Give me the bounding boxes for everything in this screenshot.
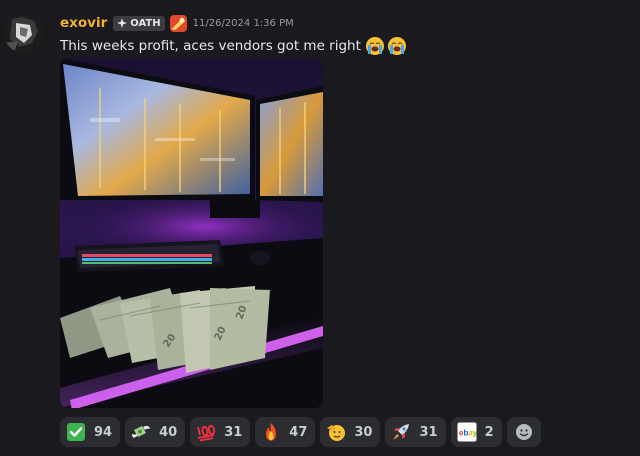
reaction-count: 30 [354,424,373,440]
reactions-bar: 94 40 31 47 30 31 ebay 2 [60,417,546,447]
loudly-crying-face-icon[interactable] [365,36,385,56]
server-tag-label: OATH [130,17,161,29]
reaction-hundred-points[interactable]: 31 [190,417,251,447]
money-with-wings-icon [131,422,151,442]
message-text: This weeks profit, aces vendors got me r… [60,38,361,54]
reaction-count: 94 [94,424,113,440]
message-header: exovir OATH 11/26/2024 1:36 PM [60,14,294,32]
reaction-check-mark[interactable]: 94 [60,417,121,447]
hundred-points-icon [196,422,216,442]
reaction-fire[interactable]: 47 [255,417,316,447]
avatar[interactable] [4,13,44,53]
reaction-saluting-face[interactable]: 30 [320,417,381,447]
reaction-ebay[interactable]: ebay 2 [450,417,502,447]
reaction-count: 31 [419,424,438,440]
reaction-count: 31 [224,424,243,440]
role-icon[interactable] [169,14,187,32]
reaction-count: 47 [289,424,308,440]
reaction-count: 40 [159,424,178,440]
timestamp[interactable]: 11/26/2024 1:36 PM [193,18,294,29]
add-reaction-button[interactable] [506,417,541,447]
reaction-count: 2 [484,424,494,440]
rocket-icon [391,422,411,442]
add-reaction-icon [514,422,534,442]
tag-icon [117,18,128,28]
reaction-money-with-wings[interactable]: 40 [125,417,186,447]
svg-text:ebay: ebay [459,429,477,438]
check-mark-icon [66,422,86,442]
message-content: This weeks profit, aces vendors got me r… [60,36,407,56]
server-tag[interactable]: OATH [113,15,165,31]
saluting-face-icon [326,422,346,442]
fire-icon [261,422,281,442]
image-attachment[interactable]: 20 20 20 [60,58,323,408]
ebay-icon: ebay [457,422,477,442]
reaction-rocket[interactable]: 31 [385,417,446,447]
username[interactable]: exovir [60,15,107,31]
desk-setup-photo: 20 20 20 [60,58,323,408]
loudly-crying-face-icon[interactable] [387,36,407,56]
